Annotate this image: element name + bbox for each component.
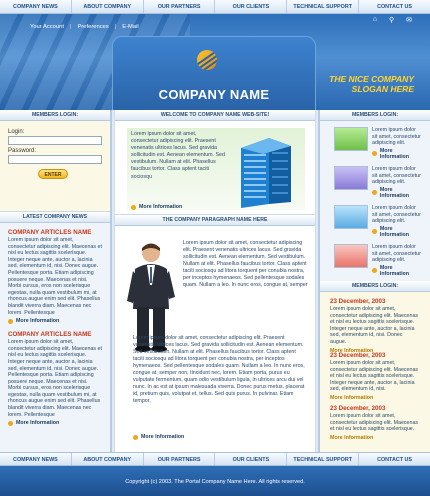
- bullet-icon: [133, 434, 138, 440]
- bullet-icon: [372, 151, 377, 157]
- mail-icon[interactable]: ✉: [406, 16, 412, 24]
- utility-icons: ⌂ ⚲ ✉: [373, 16, 412, 24]
- news-date: 23 December, 2003: [330, 405, 386, 412]
- top-nav: COMPANY NEWS ABOUT COMPANY OUR PARTNERS …: [0, 0, 430, 14]
- list-item: Lorem ipsum dolor sit amet, consectetur …: [328, 121, 422, 160]
- bullet-icon: [8, 318, 13, 324]
- more-information-link[interactable]: More Information: [372, 265, 422, 277]
- right-bottom-title: MEMBERS LOGIN:: [320, 281, 430, 292]
- nav-about-company[interactable]: ABOUT COMPANY: [72, 453, 144, 465]
- welcome-section: WELCOME TO COMPANY NAME WEB-SITE! Lorem …: [115, 110, 315, 215]
- item-thumbnail: [334, 205, 368, 229]
- nav-our-clients[interactable]: OUR CLIENTS: [215, 0, 288, 13]
- right-top-title: MEMBERS LOGIN:: [320, 110, 430, 121]
- login-label: Login:: [8, 129, 25, 135]
- nav-technical-support[interactable]: TECHNICAL SUPPORT: [287, 0, 360, 13]
- home-icon[interactable]: ⌂: [373, 16, 377, 24]
- news-article-title[interactable]: COMPANY ARTICLES NAME: [8, 331, 102, 338]
- bullet-icon: [8, 420, 13, 426]
- main-column: WELCOME TO COMPANY NAME WEB-SITE! Lorem …: [114, 110, 316, 452]
- news-article-text: Lorem ipsum dolor sit amet, consectetur …: [8, 237, 102, 316]
- more-information-link[interactable]: More Information: [8, 318, 102, 324]
- login-input[interactable]: [8, 136, 102, 145]
- nav-company-news[interactable]: COMPANY NEWS: [0, 0, 72, 13]
- utility-bar: Your Account | Preferences | E-Mail: [0, 20, 430, 34]
- slogan-line-1: THE NICE COMPANY: [329, 74, 414, 84]
- more-information-link[interactable]: More Information: [330, 435, 420, 441]
- bottom-nav: COMPANY NEWS ABOUT COMPANY OUR PARTNERS …: [0, 452, 430, 466]
- left-column: MEMBERS LOGIN: Login: Password: ENTER LA…: [0, 110, 112, 452]
- item-text: Lorem ipsum dolor sit amet, consectetur …: [372, 244, 421, 264]
- nav-technical-support[interactable]: TECHNICAL SUPPORT: [287, 453, 360, 465]
- news-text: Lorem ipsum dolor sit amet, consectetur …: [330, 306, 419, 345]
- more-information-link[interactable]: More Information: [131, 204, 182, 210]
- bullet-icon: [372, 229, 377, 235]
- paragraph-title: THE COMPANY PARAGRAPH NAME HERE: [115, 215, 315, 226]
- nav-contact-us[interactable]: CONTACT US: [359, 453, 430, 465]
- separator: |: [69, 24, 72, 30]
- item-text: Lorem ipsum dolor sit amet, consectetur …: [372, 166, 421, 186]
- separator: |: [114, 24, 117, 30]
- login-form: Login: Password: ENTER: [0, 121, 110, 212]
- more-information-link[interactable]: More Information: [133, 434, 184, 440]
- search-icon[interactable]: ⚲: [389, 16, 394, 24]
- more-information-link[interactable]: More Information: [372, 148, 422, 160]
- more-information-link[interactable]: More Information: [372, 187, 422, 199]
- bullet-icon: [131, 204, 136, 210]
- list-item: 23 December, 2003 Lorem ipsum dolor sit …: [320, 345, 430, 401]
- list-item: 23 December, 2003 Lorem ipsum dolor sit …: [320, 401, 430, 447]
- paragraph-side-text: Lorem ipsum dolor sit amet, consectetur …: [183, 240, 308, 289]
- news-article-title[interactable]: COMPANY ARTICLES NAME: [8, 229, 102, 236]
- news-text: Lorem ipsum dolor sit amet, consectetur …: [330, 360, 419, 393]
- slogan-line-2: SLOGAN HERE: [351, 84, 414, 94]
- news-article-text: Lorem ipsum dolor sit amet, consectetur …: [8, 339, 102, 418]
- password-input[interactable]: [8, 155, 102, 164]
- nav-our-partners[interactable]: OUR PARTNERS: [144, 0, 216, 13]
- right-bottom-list: 23 December, 2003 Lorem ipsum dolor sit …: [320, 292, 430, 454]
- copyright-text: Copyright (c) 2003. The Portal Company N…: [125, 479, 305, 485]
- news-date: 23 December, 2003: [330, 298, 386, 305]
- footer: Copyright (c) 2003. The Portal Company N…: [0, 466, 430, 496]
- right-top-list: Lorem ipsum dolor sit amet, consectetur …: [320, 121, 430, 277]
- nav-about-company[interactable]: ABOUT COMPANY: [72, 0, 144, 13]
- bullet-icon: [372, 268, 377, 274]
- item-text: Lorem ipsum dolor sit amet, consectetur …: [372, 127, 421, 147]
- nav-contact-us[interactable]: CONTACT US: [359, 0, 430, 13]
- preferences-link[interactable]: Preferences: [77, 24, 108, 30]
- header-banner: Your Account | Preferences | E-Mail ⌂ ⚲ …: [0, 14, 430, 110]
- email-link[interactable]: E-Mail: [122, 24, 138, 30]
- company-name: COMPANY NAME: [158, 87, 270, 102]
- latest-news-list: COMPANY ARTICLES NAME Lorem ipsum dolor …: [0, 223, 110, 426]
- paragraph-full-text: Lorem ipsum dolor sit amet, consectetur …: [133, 335, 305, 405]
- more-information-link[interactable]: More Information: [372, 226, 422, 238]
- more-information-link[interactable]: More Information: [8, 420, 102, 426]
- list-item: 23 December, 2003 Lorem ipsum dolor sit …: [320, 295, 430, 354]
- item-text: Lorem ipsum dolor sit amet, consectetur …: [372, 205, 421, 225]
- welcome-title: WELCOME TO COMPANY NAME WEB-SITE!: [115, 110, 315, 121]
- item-thumbnail: [334, 166, 368, 190]
- right-column: MEMBERS LOGIN: Lorem ipsum dolor sit ame…: [318, 110, 430, 454]
- latest-news-title: LATEST COMPANY NEWS: [0, 212, 110, 223]
- news-date: 23 December, 2003: [330, 352, 386, 359]
- members-login-title: MEMBERS LOGIN:: [0, 110, 110, 121]
- list-item: Lorem ipsum dolor sit amet, consectetur …: [328, 199, 422, 238]
- your-account-link[interactable]: Your Account: [30, 24, 64, 30]
- nav-our-clients[interactable]: OUR CLIENTS: [215, 453, 288, 465]
- nav-company-news[interactable]: COMPANY NEWS: [0, 453, 72, 465]
- welcome-text: Lorem ipsum dolor sit amet, consectetur …: [131, 131, 225, 180]
- nav-our-partners[interactable]: OUR PARTNERS: [144, 453, 216, 465]
- enter-button[interactable]: ENTER: [38, 169, 68, 179]
- list-item: Lorem ipsum dolor sit amet, consectetur …: [328, 238, 422, 277]
- list-item: Lorem ipsum dolor sit amet, consectetur …: [328, 160, 422, 199]
- bullet-icon: [372, 190, 377, 196]
- company-logo-icon[interactable]: [197, 50, 217, 70]
- news-text: Lorem ipsum dolor sit amet, consectetur …: [330, 413, 419, 433]
- paragraph-section: THE COMPANY PARAGRAPH NAME HERE Lorem ip…: [115, 215, 315, 440]
- company-slogan: THE NICE COMPANY SLOGAN HERE: [329, 74, 414, 94]
- password-label: Password:: [8, 148, 37, 154]
- item-thumbnail: [334, 244, 368, 268]
- office-building-image: [241, 138, 291, 208]
- item-thumbnail: [334, 127, 368, 151]
